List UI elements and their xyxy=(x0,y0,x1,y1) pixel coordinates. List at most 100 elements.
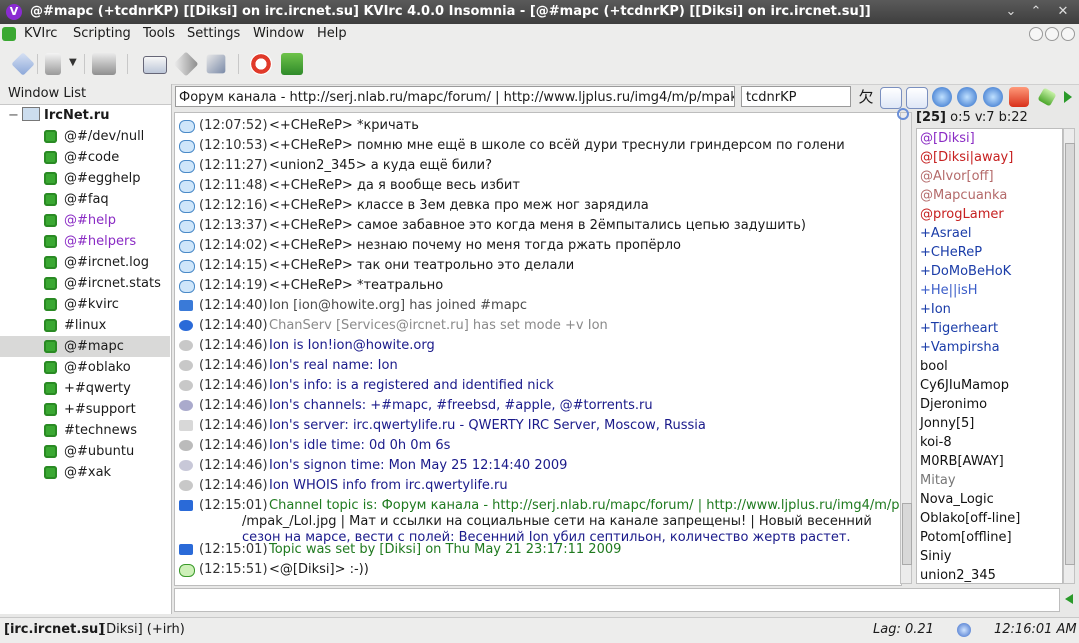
away-status-icon[interactable] xyxy=(957,623,971,637)
channel-puzzle-icon xyxy=(44,403,57,416)
user-item[interactable]: +Vampirsha xyxy=(920,338,1000,357)
user-item[interactable]: Djeronimo xyxy=(920,395,987,414)
speech-bubble-green-icon xyxy=(179,564,195,577)
play-arrow-icon[interactable] xyxy=(1064,91,1072,103)
maximize-icon[interactable]: ⌃ xyxy=(1027,3,1045,21)
channel-item[interactable]: @#ubuntu xyxy=(0,441,170,462)
mdi-minimize-icon[interactable] xyxy=(1029,27,1043,41)
channel-item[interactable]: @#egghelp xyxy=(0,168,170,189)
menu-scripting[interactable]: Scripting xyxy=(73,26,131,41)
user-item[interactable]: +CHeReP xyxy=(920,243,982,262)
channel-item[interactable]: @#faq xyxy=(0,189,170,210)
channel-item[interactable]: @#/dev/null xyxy=(0,126,170,147)
identity-icon[interactable] xyxy=(143,56,167,74)
chat-timestamp: (12:10:53) xyxy=(199,138,268,153)
topic-input[interactable]: Форум канала - http://serj.nlab.ru/mapc/… xyxy=(175,86,735,107)
chat-view[interactable]: (12:07:52) <+CHeReP> *кричать (12:10:53) <+… xyxy=(174,112,902,586)
user-item[interactable]: @[Diksi] xyxy=(920,129,975,148)
eraser-icon[interactable] xyxy=(1037,87,1057,107)
connect-icon[interactable] xyxy=(11,52,35,76)
menu-settings[interactable]: Settings xyxy=(187,26,240,41)
split-view-icon[interactable] xyxy=(880,87,902,109)
user-item[interactable]: @Alvor[off] xyxy=(920,167,994,186)
channel-item[interactable]: @#help xyxy=(0,210,170,231)
kvirc-app-icon[interactable]: V xyxy=(6,4,22,20)
message-input[interactable] xyxy=(174,588,1060,612)
user-item[interactable]: Mitay xyxy=(920,471,956,490)
lock-icon[interactable] xyxy=(1009,87,1029,107)
encoding-icon[interactable]: ⽋ xyxy=(856,87,876,107)
user-item[interactable]: Siniy xyxy=(920,547,951,566)
chevron-down-icon[interactable]: ▼ xyxy=(69,57,77,68)
mdi-close-icon[interactable] xyxy=(1061,27,1075,41)
menu-tools[interactable]: Tools xyxy=(143,26,175,41)
speech-bubble-icon xyxy=(179,280,195,293)
channel-mode-input[interactable]: tcdnrKP xyxy=(741,86,851,107)
channel-item[interactable]: @#helpers xyxy=(0,231,170,252)
user-item[interactable]: bool xyxy=(920,357,948,376)
channel-item[interactable]: @#ircnet.stats xyxy=(0,273,170,294)
invite-editor-icon[interactable] xyxy=(983,87,1003,107)
close-icon[interactable]: ✕ xyxy=(1054,3,1072,21)
channel-puzzle-icon xyxy=(44,466,57,479)
channel-item[interactable]: @#kvirc xyxy=(0,294,170,315)
channel-item[interactable]: +#qwerty xyxy=(0,378,170,399)
user-item[interactable]: +Asrael xyxy=(920,224,971,243)
history-arrow-icon[interactable] xyxy=(1065,594,1073,604)
channel-item[interactable]: #linux xyxy=(0,315,170,336)
channel-item[interactable]: @#oblako xyxy=(0,357,170,378)
user-item[interactable]: @[Diksi|away] xyxy=(920,148,1013,167)
channel-item[interactable]: #technews xyxy=(0,420,170,441)
user-item[interactable]: Nova_Logic xyxy=(920,490,994,509)
server-options-icon[interactable] xyxy=(45,53,61,75)
channel-item[interactable]: @#mapc xyxy=(0,336,170,357)
mdi-restore-icon[interactable] xyxy=(1045,27,1059,41)
user-item[interactable]: M0RB[AWAY] xyxy=(920,452,1004,471)
user-item[interactable]: +Ion xyxy=(920,300,951,319)
wrench-icon[interactable] xyxy=(173,51,199,77)
menu-help[interactable]: Help xyxy=(317,26,347,41)
lifebuoy-icon[interactable] xyxy=(250,53,272,75)
channel-item[interactable]: +#support xyxy=(0,399,170,420)
channel-name: +#qwerty xyxy=(64,381,131,396)
user-item[interactable]: +Tigerheart xyxy=(920,319,998,338)
user-item[interactable]: Oblako[off-line] xyxy=(920,509,1020,528)
user-item[interactable]: @Mapcuanka xyxy=(920,186,1007,205)
user-item[interactable]: +He||isH xyxy=(920,281,978,300)
mode-toggle-icon[interactable] xyxy=(932,87,952,107)
user-item[interactable]: +DoMoBeHoK xyxy=(920,262,1011,281)
minimize-icon[interactable]: ⌄ xyxy=(1002,3,1020,21)
user-list[interactable]: @[Diksi] @[Diksi|away] @Alvor[off] @Mapcuan… xyxy=(916,128,1063,584)
collapse-icon[interactable]: − xyxy=(8,106,19,126)
network-node[interactable]: − IrcNet.ru xyxy=(8,106,109,126)
channel-puzzle-icon xyxy=(44,340,57,353)
channel-puzzle-icon xyxy=(44,424,57,437)
channel-name: @#ircnet.log xyxy=(64,255,149,270)
userlist-scroll-thumb[interactable] xyxy=(1065,143,1075,565)
topic-t-icon xyxy=(179,500,193,511)
user-item[interactable]: union2_345 xyxy=(920,566,996,583)
list-view-icon[interactable] xyxy=(906,87,928,109)
channel-item[interactable]: @#xak xyxy=(0,462,170,483)
home-icon[interactable] xyxy=(281,53,303,75)
whois-group-icon xyxy=(179,400,193,411)
chat-scroll-thumb[interactable] xyxy=(902,503,912,565)
user-item[interactable]: Jonny[5] xyxy=(920,414,974,433)
chat-scrollbar[interactable] xyxy=(900,112,912,584)
chat-text: <+CHeReP> *кричать xyxy=(269,118,419,133)
channel-item[interactable]: @#code xyxy=(0,147,170,168)
user-item[interactable]: @progLamer xyxy=(920,205,1004,224)
join-arrow-icon xyxy=(179,300,193,311)
settings-icon[interactable] xyxy=(206,54,226,74)
menu-kvirc[interactable]: KVIrc xyxy=(24,26,57,41)
search-icon[interactable] xyxy=(897,108,909,120)
channel-item[interactable]: @#ircnet.log xyxy=(0,252,170,273)
user-item[interactable]: Cy6JIuMamop xyxy=(920,376,1009,395)
menu-window[interactable]: Window xyxy=(253,26,304,41)
servers-icon[interactable] xyxy=(92,53,116,75)
user-item[interactable]: koi-8 xyxy=(920,433,952,452)
user-item[interactable]: Potom[offline] xyxy=(920,528,1012,547)
status-nick: [Diksi] (+irh) xyxy=(101,622,185,637)
userlist-scrollbar[interactable] xyxy=(1063,128,1075,584)
ban-editor-icon[interactable] xyxy=(957,87,977,107)
